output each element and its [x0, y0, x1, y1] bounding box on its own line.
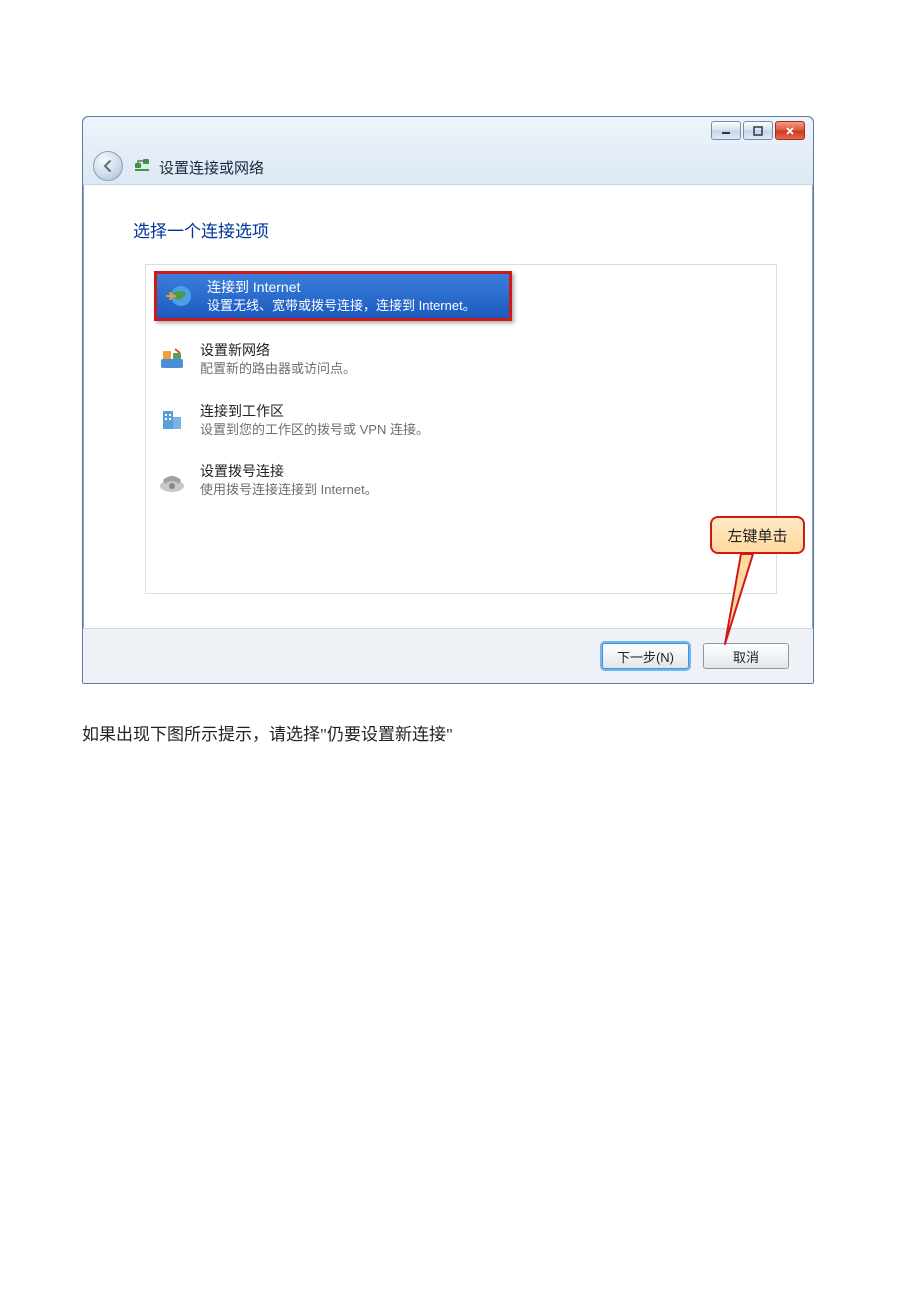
next-button[interactable]: 下一步(N) [602, 643, 689, 669]
option-connect-workplace[interactable]: 连接到工作区 设置到您的工作区的拨号或 VPN 连接。 [154, 396, 768, 444]
router-icon [156, 344, 188, 376]
option-desc: 配置新的路由器或访问点。 [200, 360, 356, 378]
option-desc: 设置到您的工作区的拨号或 VPN 连接。 [200, 421, 429, 439]
options-list: 连接到 Internet 设置无线、宽带或拨号连接，连接到 Internet。 [145, 264, 777, 594]
option-desc: 使用拨号连接连接到 Internet。 [200, 481, 378, 499]
back-button[interactable] [93, 151, 123, 181]
window-controls [711, 121, 805, 140]
phone-modem-icon [156, 465, 188, 497]
network-wizard-icon [133, 156, 151, 174]
option-desc: 设置无线、宽带或拨号连接，连接到 Internet。 [207, 297, 476, 315]
option-title: 连接到工作区 [200, 402, 429, 421]
page-heading: 选择一个连接选项 [133, 217, 769, 242]
close-button[interactable] [775, 121, 805, 140]
minimize-button[interactable] [711, 121, 741, 140]
option-title: 连接到 Internet [207, 278, 476, 297]
option-setup-network[interactable]: 设置新网络 配置新的路由器或访问点。 [154, 335, 768, 383]
wizard-footer: 下一步(N) 取消 [83, 628, 813, 683]
option-title: 设置拨号连接 [200, 462, 378, 481]
wizard-body: 选择一个连接选项 连接到 Internet 设置无线、宽带或拨号连接，连接到 I… [83, 185, 813, 605]
wizard-window: 设置连接或网络 选择一个连接选项 连接到 Internet 设置无线、宽带 [82, 116, 814, 684]
annotation-callout: 左键单击 [710, 516, 805, 554]
window-title: 设置连接或网络 [159, 157, 264, 178]
callout-text: 左键单击 [727, 525, 787, 546]
globe-icon [163, 280, 195, 312]
option-connect-internet[interactable]: 连接到 Internet 设置无线、宽带或拨号连接，连接到 Internet。 [154, 271, 512, 321]
back-arrow-icon [100, 158, 116, 174]
instruction-text: 如果出现下图所示提示，请选择"仍要设置新连接" [82, 720, 838, 745]
maximize-button[interactable] [743, 121, 773, 140]
option-title: 设置新网络 [200, 341, 356, 360]
option-dialup[interactable]: 设置拨号连接 使用拨号连接连接到 Internet。 [154, 456, 768, 504]
titlebar: 设置连接或网络 [83, 117, 813, 185]
building-icon [156, 404, 188, 436]
